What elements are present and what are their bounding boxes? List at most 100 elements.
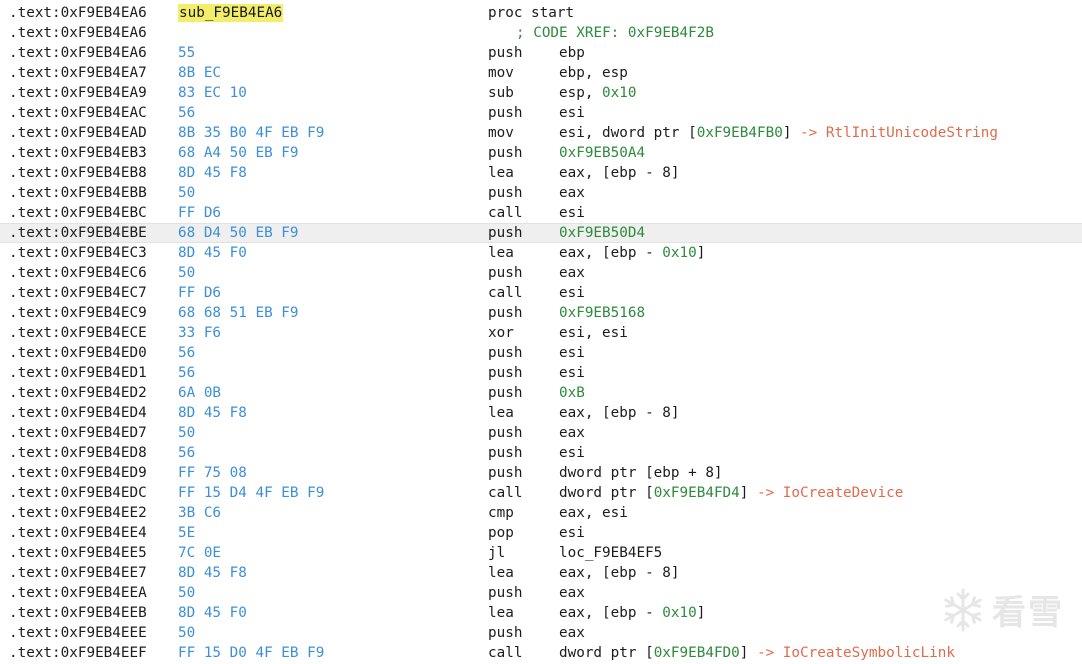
listing-row[interactable]: .text:0xF9EB4ED4 8D 45 F8 lea eax, [ebp - 8…: [0, 403, 1082, 423]
listing-row[interactable]: .text:0xF9EB4EAC 56 push esi: [0, 103, 1082, 123]
mnemonic: pop: [488, 525, 514, 541]
listing-row[interactable]: .text:0xF9EB4EA6 ; CODE XREF: 0xF9EB4F2B: [0, 23, 1082, 43]
operands[interactable]: eax, [ebp - 8]: [559, 563, 680, 583]
operand-text: eax, [ebp - 8]: [559, 405, 680, 421]
address: .text:0xF9EB4EBC: [9, 205, 147, 221]
operands[interactable]: esi: [559, 363, 585, 383]
listing-row[interactable]: .text:0xF9EB4EBC FF D6 call esi: [0, 203, 1082, 223]
operand-text: ebp, esp: [559, 65, 628, 81]
opcode-bytes: 56: [178, 445, 196, 461]
operands[interactable]: esi, dword ptr [0xF9EB4FB0] -> RtlInitUn…: [559, 123, 998, 143]
opcode-bytes: 8B 35 B0 4F EB F9: [178, 125, 325, 141]
listing-row[interactable]: .text:0xF9EB4EE5 7C 0E jl loc_F9EB4EF5: [0, 543, 1082, 563]
listing-row[interactable]: .text:0xF9EB4EBB 50 push eax: [0, 183, 1082, 203]
address: .text:0xF9EB4ED7: [9, 425, 147, 441]
mnemonic: push: [488, 45, 523, 61]
operands[interactable]: eax, [ebp - 8]: [559, 163, 680, 183]
listing-row[interactable]: .text:0xF9EB4EE4 5E pop esi: [0, 523, 1082, 543]
operands[interactable]: esp, 0x10: [559, 83, 636, 103]
listing-row[interactable]: .text:0xF9EB4EB8 8D 45 F8 lea eax, [ebp - 8…: [0, 163, 1082, 183]
xref-comment[interactable]: ; CODE XREF: 0xF9EB4F2B: [516, 23, 714, 43]
address: .text:0xF9EB4EBB: [9, 185, 147, 201]
numeric-operand: 0x10: [602, 85, 637, 101]
operand-text: eax: [559, 585, 585, 601]
listing-row[interactable]: .text:0xF9EB4EA7 8B EC mov ebp, esp: [0, 63, 1082, 83]
operands[interactable]: ebp: [559, 43, 585, 63]
operand-text: esi: [559, 205, 585, 221]
listing-row[interactable]: .text:0xF9EB4EC9 68 68 51 EB F9 push 0xF9EB…: [0, 303, 1082, 323]
disassembly-listing[interactable]: .text:0xF9EB4EA6 sub_F9EB4EA6 proc start .t…: [0, 3, 1082, 663]
opcode-bytes: 68 A4 50 EB F9: [178, 145, 299, 161]
listing-row[interactable]: .text:0xF9EB4EC6 50 push eax: [0, 263, 1082, 283]
operands[interactable]: loc_F9EB4EF5: [559, 543, 662, 563]
operands[interactable]: esi: [559, 343, 585, 363]
operand-text: esi: [559, 285, 585, 301]
listing-row[interactable]: .text:0xF9EB4EC7 FF D6 call esi: [0, 283, 1082, 303]
api-reference[interactable]: -> IoCreateDevice: [757, 485, 903, 501]
operands[interactable]: dword ptr [0xF9EB4FD0] -> IoCreateSymbol…: [559, 643, 955, 663]
operand-text: ]: [739, 485, 757, 501]
operands[interactable]: eax, esi: [559, 503, 628, 523]
mnemonic: call: [488, 285, 523, 301]
operands[interactable]: 0xF9EB5168: [559, 303, 645, 323]
listing-row[interactable]: .text:0xF9EB4EEA 50 push eax: [0, 583, 1082, 603]
listing-row[interactable]: .text:0xF9EB4EA6 55 push ebp: [0, 43, 1082, 63]
mnemonic: cmp: [488, 505, 514, 521]
listing-row[interactable]: .text:0xF9EB4ED1 56 push esi: [0, 363, 1082, 383]
operands[interactable]: eax: [559, 623, 585, 643]
operand-text: eax: [559, 625, 585, 641]
operands[interactable]: eax: [559, 263, 585, 283]
operands[interactable]: 0xB: [559, 383, 585, 403]
operands[interactable]: 0xF9EB50A4: [559, 143, 645, 163]
listing-row[interactable]: .text:0xF9EB4EBE 68 D4 50 EB F9 push 0xF9EB…: [0, 223, 1082, 243]
numeric-operand: 0xF9EB5168: [559, 305, 646, 321]
operands[interactable]: dword ptr [ebp + 8]: [559, 463, 723, 483]
operands[interactable]: dword ptr [0xF9EB4FD4] -> IoCreateDevice: [559, 483, 903, 503]
opcode-bytes: 83 EC 10: [178, 85, 247, 101]
operands[interactable]: eax: [559, 183, 585, 203]
operand-text: esi: [559, 445, 585, 461]
listing-row[interactable]: .text:0xF9EB4ED8 56 push esi: [0, 443, 1082, 463]
listing-row[interactable]: .text:0xF9EB4EE7 8D 45 F8 lea eax, [ebp - 8…: [0, 563, 1082, 583]
address: .text:0xF9EB4EA7: [9, 65, 147, 81]
operands[interactable]: ebp, esp: [559, 63, 628, 83]
listing-row[interactable]: .text:0xF9EB4EA6 sub_F9EB4EA6 proc start: [0, 3, 1082, 23]
listing-row[interactable]: .text:0xF9EB4EC3 8D 45 F0 lea eax, [ebp - 0…: [0, 243, 1082, 263]
opcode-bytes: 50: [178, 425, 196, 441]
operands[interactable]: eax, [ebp - 0x10]: [559, 243, 705, 263]
operands[interactable]: esi: [559, 283, 585, 303]
listing-row[interactable]: .text:0xF9EB4ED2 6A 0B push 0xB: [0, 383, 1082, 403]
operands[interactable]: esi: [559, 103, 585, 123]
listing-row[interactable]: .text:0xF9EB4ED0 56 push esi: [0, 343, 1082, 363]
listing-row[interactable]: .text:0xF9EB4EA9 83 EC 10 sub esp, 0x10: [0, 83, 1082, 103]
opcode-bytes: FF 15 D4 4F EB F9: [178, 485, 325, 501]
operands[interactable]: esi: [559, 523, 585, 543]
operands[interactable]: esi: [559, 203, 585, 223]
operand-text: dword ptr [: [559, 485, 654, 501]
operands[interactable]: eax, [ebp - 0x10]: [559, 603, 705, 623]
listing-row[interactable]: .text:0xF9EB4EEB 8D 45 F0 lea eax, [ebp - 0…: [0, 603, 1082, 623]
listing-row[interactable]: .text:0xF9EB4EB3 68 A4 50 EB F9 push 0xF9EB…: [0, 143, 1082, 163]
address: .text:0xF9EB4EA6: [9, 25, 147, 41]
address: .text:0xF9EB4EEB: [9, 605, 147, 621]
listing-row[interactable]: .text:0xF9EB4ECE 33 F6 xor esi, esi: [0, 323, 1082, 343]
listing-row[interactable]: .text:0xF9EB4EAD 8B 35 B0 4F EB F9 mov esi,…: [0, 123, 1082, 143]
operands[interactable]: 0xF9EB50D4: [559, 223, 645, 243]
function-label[interactable]: sub_F9EB4EA6: [178, 4, 284, 22]
listing-row[interactable]: .text:0xF9EB4EEF FF 15 D0 4F EB F9 call dwo…: [0, 643, 1082, 663]
operands[interactable]: eax, [ebp - 8]: [559, 403, 680, 423]
address: .text:0xF9EB4ED0: [9, 345, 147, 361]
operands[interactable]: esi, esi: [559, 323, 628, 343]
operands[interactable]: eax: [559, 583, 585, 603]
opcode-bytes: 7C 0E: [178, 545, 222, 561]
operands[interactable]: esi: [559, 443, 585, 463]
listing-row[interactable]: .text:0xF9EB4EE2 3B C6 cmp eax, esi: [0, 503, 1082, 523]
api-reference[interactable]: -> RtlInitUnicodeString: [800, 125, 998, 141]
listing-row[interactable]: .text:0xF9EB4ED7 50 push eax: [0, 423, 1082, 443]
operands[interactable]: eax: [559, 423, 585, 443]
api-reference[interactable]: -> IoCreateSymbolicLink: [757, 645, 955, 661]
operand-text: ]: [782, 125, 801, 141]
listing-row[interactable]: .text:0xF9EB4EEE 50 push eax: [0, 623, 1082, 643]
listing-row[interactable]: .text:0xF9EB4EDC FF 15 D4 4F EB F9 call dwo…: [0, 483, 1082, 503]
listing-row[interactable]: .text:0xF9EB4ED9 FF 75 08 push dword ptr [e…: [0, 463, 1082, 483]
